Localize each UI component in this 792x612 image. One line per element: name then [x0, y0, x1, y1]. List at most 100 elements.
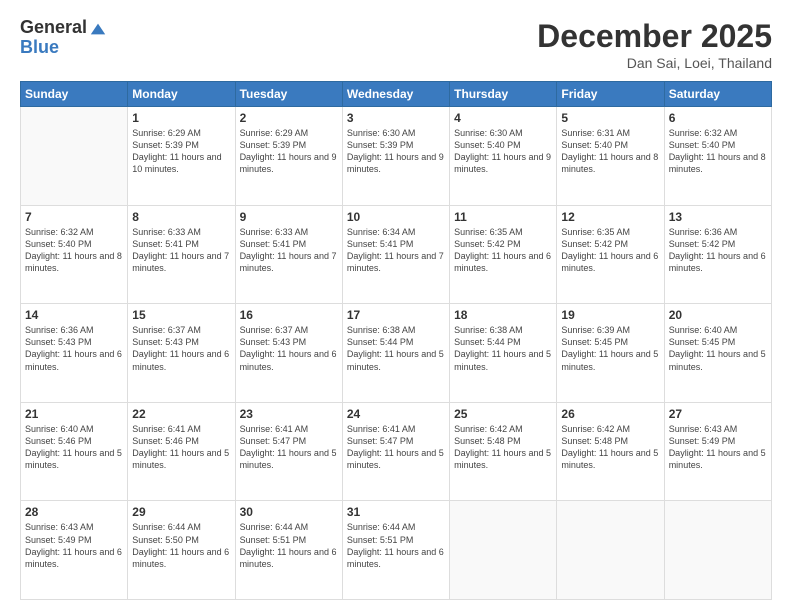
day-number: 5: [561, 111, 659, 125]
calendar-cell: 10 Sunrise: 6:34 AMSunset: 5:41 PMDayligh…: [342, 205, 449, 304]
day-number: 13: [669, 210, 767, 224]
day-detail: Sunrise: 6:40 AMSunset: 5:45 PMDaylight:…: [669, 324, 767, 373]
weekday-header: Tuesday: [235, 82, 342, 107]
day-number: 20: [669, 308, 767, 322]
calendar-cell: 11 Sunrise: 6:35 AMSunset: 5:42 PMDayligh…: [450, 205, 557, 304]
day-number: 6: [669, 111, 767, 125]
day-number: 11: [454, 210, 552, 224]
day-detail: Sunrise: 6:37 AMSunset: 5:43 PMDaylight:…: [240, 324, 338, 373]
day-number: 14: [25, 308, 123, 322]
day-detail: Sunrise: 6:35 AMSunset: 5:42 PMDaylight:…: [561, 226, 659, 275]
calendar-cell: 21 Sunrise: 6:40 AMSunset: 5:46 PMDayligh…: [21, 402, 128, 501]
day-detail: Sunrise: 6:42 AMSunset: 5:48 PMDaylight:…: [454, 423, 552, 472]
logo-blue-text: Blue: [20, 38, 87, 58]
calendar-cell: 28 Sunrise: 6:43 AMSunset: 5:49 PMDayligh…: [21, 501, 128, 600]
day-detail: Sunrise: 6:29 AMSunset: 5:39 PMDaylight:…: [132, 127, 230, 176]
calendar-cell: [21, 107, 128, 206]
calendar-cell: 16 Sunrise: 6:37 AMSunset: 5:43 PMDayligh…: [235, 304, 342, 403]
day-detail: Sunrise: 6:34 AMSunset: 5:41 PMDaylight:…: [347, 226, 445, 275]
calendar-cell: [557, 501, 664, 600]
day-detail: Sunrise: 6:31 AMSunset: 5:40 PMDaylight:…: [561, 127, 659, 176]
logo-icon: [89, 20, 107, 38]
calendar-cell: 23 Sunrise: 6:41 AMSunset: 5:47 PMDayligh…: [235, 402, 342, 501]
calendar-cell: 30 Sunrise: 6:44 AMSunset: 5:51 PMDayligh…: [235, 501, 342, 600]
weekday-header: Sunday: [21, 82, 128, 107]
calendar-cell: 12 Sunrise: 6:35 AMSunset: 5:42 PMDayligh…: [557, 205, 664, 304]
calendar-cell: 22 Sunrise: 6:41 AMSunset: 5:46 PMDayligh…: [128, 402, 235, 501]
calendar-cell: 5 Sunrise: 6:31 AMSunset: 5:40 PMDaylight…: [557, 107, 664, 206]
day-detail: Sunrise: 6:41 AMSunset: 5:47 PMDaylight:…: [347, 423, 445, 472]
calendar-cell: 18 Sunrise: 6:38 AMSunset: 5:44 PMDayligh…: [450, 304, 557, 403]
weekday-header: Friday: [557, 82, 664, 107]
day-number: 15: [132, 308, 230, 322]
calendar-cell: 3Sunrise: 6:30 AMSunset: 5:39 PMDaylight…: [342, 107, 449, 206]
day-number: 7: [25, 210, 123, 224]
calendar-cell: 14 Sunrise: 6:36 AMSunset: 5:43 PMDayligh…: [21, 304, 128, 403]
day-detail: Sunrise: 6:30 AMSunset: 5:39 PMDaylight:…: [347, 127, 445, 176]
calendar-cell: 17 Sunrise: 6:38 AMSunset: 5:44 PMDayligh…: [342, 304, 449, 403]
day-detail: Sunrise: 6:38 AMSunset: 5:44 PMDaylight:…: [454, 324, 552, 373]
day-number: 4: [454, 111, 552, 125]
day-detail: Sunrise: 6:40 AMSunset: 5:46 PMDaylight:…: [25, 423, 123, 472]
calendar-cell: 26 Sunrise: 6:42 AMSunset: 5:48 PMDayligh…: [557, 402, 664, 501]
day-detail: Sunrise: 6:33 AMSunset: 5:41 PMDaylight:…: [132, 226, 230, 275]
day-detail: Sunrise: 6:41 AMSunset: 5:46 PMDaylight:…: [132, 423, 230, 472]
day-detail: Sunrise: 6:33 AMSunset: 5:41 PMDaylight:…: [240, 226, 338, 275]
calendar-cell: 31 Sunrise: 6:44 AMSunset: 5:51 PMDayligh…: [342, 501, 449, 600]
day-number: 10: [347, 210, 445, 224]
day-number: 29: [132, 505, 230, 519]
day-detail: Sunrise: 6:30 AMSunset: 5:40 PMDaylight:…: [454, 127, 552, 176]
day-number: 12: [561, 210, 659, 224]
calendar-cell: 19 Sunrise: 6:39 AMSunset: 5:45 PMDayligh…: [557, 304, 664, 403]
calendar-cell: 9Sunrise: 6:33 AMSunset: 5:41 PMDaylight…: [235, 205, 342, 304]
day-number: 22: [132, 407, 230, 421]
day-number: 8: [132, 210, 230, 224]
calendar-cell: 15 Sunrise: 6:37 AMSunset: 5:43 PMDayligh…: [128, 304, 235, 403]
day-detail: Sunrise: 6:36 AMSunset: 5:43 PMDaylight:…: [25, 324, 123, 373]
calendar-cell: [664, 501, 771, 600]
day-number: 25: [454, 407, 552, 421]
day-number: 31: [347, 505, 445, 519]
calendar-cell: 1 Sunrise: 6:29 AMSunset: 5:39 PMDaylight…: [128, 107, 235, 206]
logo: General Blue: [20, 18, 107, 58]
day-detail: Sunrise: 6:29 AMSunset: 5:39 PMDaylight:…: [240, 127, 338, 176]
day-detail: Sunrise: 6:44 AMSunset: 5:51 PMDaylight:…: [347, 521, 445, 570]
day-number: 17: [347, 308, 445, 322]
day-detail: Sunrise: 6:44 AMSunset: 5:50 PMDaylight:…: [132, 521, 230, 570]
day-number: 21: [25, 407, 123, 421]
calendar-cell: 24 Sunrise: 6:41 AMSunset: 5:47 PMDayligh…: [342, 402, 449, 501]
weekday-header: Monday: [128, 82, 235, 107]
day-detail: Sunrise: 6:35 AMSunset: 5:42 PMDaylight:…: [454, 226, 552, 275]
day-number: 23: [240, 407, 338, 421]
logo-general-text: General: [20, 18, 87, 38]
day-detail: Sunrise: 6:32 AMSunset: 5:40 PMDaylight:…: [25, 226, 123, 275]
day-number: 1: [132, 111, 230, 125]
day-number: 26: [561, 407, 659, 421]
day-detail: Sunrise: 6:43 AMSunset: 5:49 PMDaylight:…: [669, 423, 767, 472]
day-detail: Sunrise: 6:37 AMSunset: 5:43 PMDaylight:…: [132, 324, 230, 373]
header: General Blue December 2025 Dan Sai, Loei…: [20, 18, 772, 71]
calendar-cell: 20 Sunrise: 6:40 AMSunset: 5:45 PMDayligh…: [664, 304, 771, 403]
day-detail: Sunrise: 6:39 AMSunset: 5:45 PMDaylight:…: [561, 324, 659, 373]
day-number: 19: [561, 308, 659, 322]
day-number: 27: [669, 407, 767, 421]
calendar-table: SundayMondayTuesdayWednesdayThursdayFrid…: [20, 81, 772, 600]
day-number: 24: [347, 407, 445, 421]
weekday-header: Wednesday: [342, 82, 449, 107]
day-number: 16: [240, 308, 338, 322]
calendar-cell: 8 Sunrise: 6:33 AMSunset: 5:41 PMDaylight…: [128, 205, 235, 304]
calendar-cell: 7 Sunrise: 6:32 AMSunset: 5:40 PMDaylight…: [21, 205, 128, 304]
calendar-cell: 29 Sunrise: 6:44 AMSunset: 5:50 PMDayligh…: [128, 501, 235, 600]
subtitle: Dan Sai, Loei, Thailand: [537, 55, 772, 71]
day-number: 28: [25, 505, 123, 519]
day-detail: Sunrise: 6:41 AMSunset: 5:47 PMDaylight:…: [240, 423, 338, 472]
calendar-cell: [450, 501, 557, 600]
day-number: 30: [240, 505, 338, 519]
day-detail: Sunrise: 6:42 AMSunset: 5:48 PMDaylight:…: [561, 423, 659, 472]
day-detail: Sunrise: 6:44 AMSunset: 5:51 PMDaylight:…: [240, 521, 338, 570]
page: General Blue December 2025 Dan Sai, Loei…: [0, 0, 792, 612]
day-number: 18: [454, 308, 552, 322]
calendar-cell: 6Sunrise: 6:32 AMSunset: 5:40 PMDaylight…: [664, 107, 771, 206]
day-detail: Sunrise: 6:43 AMSunset: 5:49 PMDaylight:…: [25, 521, 123, 570]
day-detail: Sunrise: 6:38 AMSunset: 5:44 PMDaylight:…: [347, 324, 445, 373]
